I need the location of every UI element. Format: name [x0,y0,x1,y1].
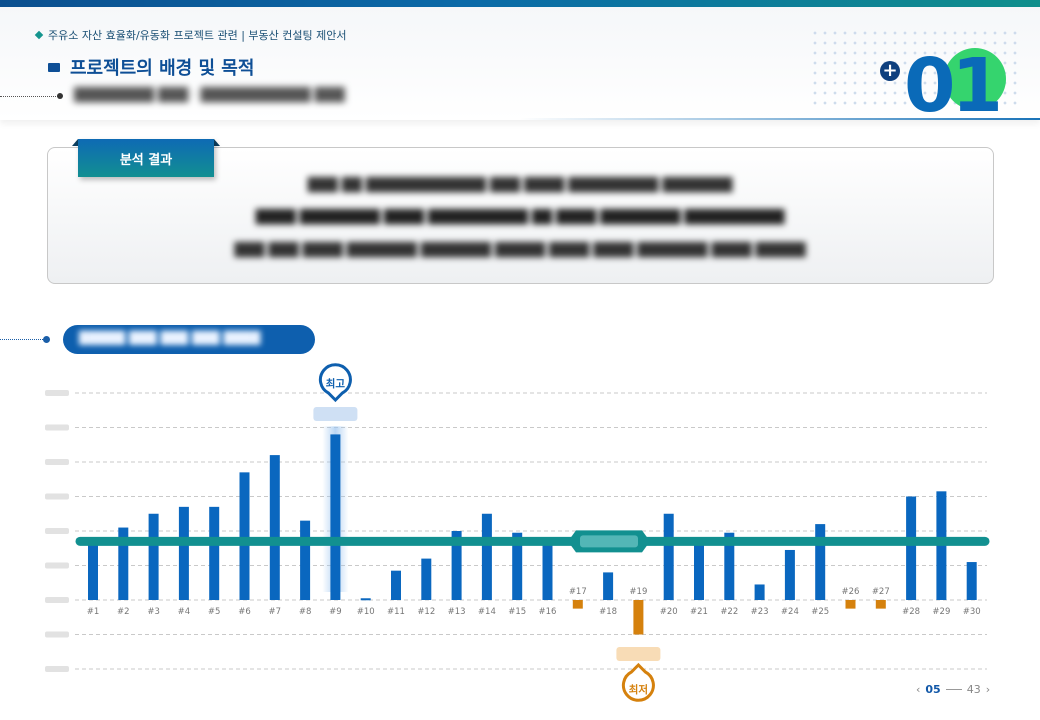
y-tick-label [45,631,69,638]
lowest-marker-label: 최저 [629,683,648,696]
x-tick-label: #18 [599,607,617,617]
bar-n7 [269,455,280,600]
bar-n28 [906,496,917,600]
bar-n4 [178,506,189,600]
average-label-text [580,535,638,548]
y-tick-label [45,459,69,465]
current-page: 05 [925,683,941,696]
bar-n26 [845,600,856,609]
bar-n24 [784,549,795,600]
section-pill-label: █████ ███ ███ ███ ████ [79,331,261,345]
x-tick-label: #12 [417,607,435,617]
page-title: 프로젝트의 배경 및 목적 [70,58,255,79]
bar-n3 [148,513,159,600]
section-dotted-line [0,339,45,340]
top-accent-bar [0,0,1040,7]
bar-n17 [572,600,583,609]
x-tick-label: #23 [751,607,769,617]
y-tick-label [45,390,69,396]
y-tick-label [45,666,69,672]
summary-line-1: ███ ██ ████████████ ███ ████ █████████ █… [307,178,733,193]
bar-n14 [481,513,492,600]
x-tick-label: #25 [811,607,829,617]
x-tick-label: #2 [117,607,130,617]
bar-n27 [875,600,886,609]
summary-line-2: ████ ████████ ████ ██████████ ██ ████ ██… [255,210,785,225]
y-tick-label [45,424,69,431]
x-tick-label: #24 [781,607,799,617]
breadcrumb: 주유소 자산 효율화/유동화 프로젝트 관련 | 부동산 컨설팅 제안서 [34,27,347,43]
bar-n12 [421,558,432,600]
tab-fold-right [214,139,220,146]
x-tick-label: #11 [387,607,405,617]
bar-n9 [330,434,341,600]
highest-marker-label: 최고 [326,377,346,390]
x-tick-label: #15 [508,607,526,617]
x-tick-label: #20 [660,607,678,617]
bar-n20 [663,513,674,600]
x-tick-label: #22 [720,607,738,617]
prev-page-icon[interactable]: ‹ [916,683,920,696]
x-tick-label: #7 [269,607,282,617]
x-tick-label: #19 [629,587,647,597]
y-tick-label [45,562,69,569]
total-pages: 43 [966,683,981,696]
bar-n18 [603,572,614,600]
bar-n5 [209,506,220,600]
x-tick-label: #29 [932,607,950,617]
breadcrumb-text: 주유소 자산 효율화/유동화 프로젝트 관련 | 부동산 컨설팅 제안서 [48,29,347,42]
x-tick-label: #3 [147,607,160,617]
bar-n8 [300,520,311,600]
bar-n11 [391,570,401,600]
x-tick-label: #6 [238,607,251,617]
summary-tab: 분석 결과 [78,139,214,177]
bar-n30 [966,562,977,600]
x-tick-label: #28 [902,607,920,617]
y-tick-label [45,493,69,500]
bar-chart: #1 #2 #3 #4 #5 #6 #7 #8 #9 #10 #11 #12 #13 #14 #15 #16 #… [45,363,990,702]
bar-n25 [815,524,826,600]
bar-n16 [542,541,553,600]
page-badge-number: 01 [904,52,999,120]
y-tick-label [45,597,69,603]
title-row: 프로젝트의 배경 및 목적 [48,54,254,80]
x-tick-label: #4 [178,607,191,617]
x-tick-label: #30 [963,607,981,617]
pager: ‹ 05 43 › [916,683,990,696]
subtitle-bullet-icon [57,93,63,99]
diamond-icon [34,30,44,40]
x-tick-label: #5 [208,607,221,617]
x-tick-label: #17 [569,587,587,597]
lowest-value-label [616,647,661,661]
x-tick-label: #27 [872,587,890,597]
highest-value-label [313,407,358,421]
plus-icon: + [880,61,900,81]
next-page-icon[interactable]: › [986,683,990,696]
section-pill: █████ ███ ███ ███ ████ [63,325,315,354]
y-tick-label [45,528,69,534]
summary-line-3: ███ ███ ████ ███████ ███████ █████ ████ … [234,243,806,258]
page-subtitle: ████████ ███ · ███████████ ███ [74,88,345,103]
bar-n6 [239,472,250,600]
x-tick-label: #9 [329,607,342,617]
pager-divider [945,689,962,690]
bar-n1 [88,544,98,600]
subtitle-dotted-line [0,96,58,97]
x-tick-label: #14 [478,607,496,617]
section-bullet-icon [43,336,50,343]
bar-n23 [754,584,765,600]
bar-n21 [694,543,704,600]
x-tick-label: #21 [690,607,708,617]
x-tick-label: #1 [87,607,100,617]
x-tick-label: #13 [448,607,466,617]
x-tick-label: #10 [357,607,375,617]
x-tick-label: #8 [299,607,312,617]
x-tick-label: #26 [842,587,860,597]
bar-n19 [633,600,644,635]
x-tick-label: #16 [539,607,557,617]
speech-bubble-icon [48,62,60,72]
bar-n10 [360,598,371,601]
